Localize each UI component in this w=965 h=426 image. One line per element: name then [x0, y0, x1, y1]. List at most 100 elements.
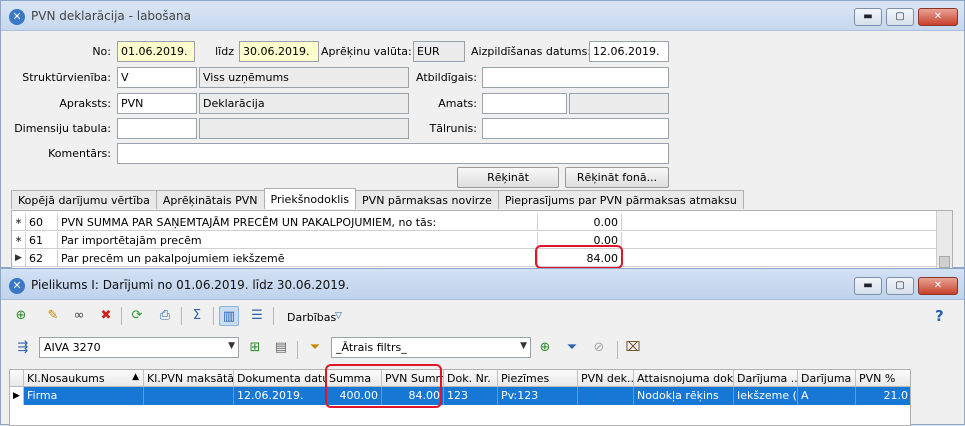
calculate-button[interactable]: Rēķināt: [457, 167, 559, 188]
delete-icon[interactable]: ✖: [96, 306, 116, 326]
row-code[interactable]: 62: [26, 250, 58, 267]
cell-notes[interactable]: Pv:123: [498, 387, 578, 405]
clear-filter-icon[interactable]: ⊘: [589, 338, 609, 358]
table-row[interactable]: ∗ 61 Par importētajām precēm 0.00: [12, 232, 937, 249]
company-select-value: AIVA 3270: [44, 341, 101, 354]
tab-calculated-vat[interactable]: Aprēķinātais PVN: [155, 190, 265, 209]
view-icon[interactable]: ∞: [69, 306, 89, 326]
vertical-scrollbar[interactable]: [936, 211, 952, 268]
column-header-justification[interactable]: Attaisnojuma dok...: [634, 370, 734, 387]
add-filter-rule-icon[interactable]: ⊕: [535, 338, 555, 358]
dim-label: Dimensiju tabula:: [14, 122, 111, 135]
maximize-button[interactable]: ▢: [886, 277, 914, 295]
title-bar[interactable]: ✕ PVN deklarācija - labošana ▬ ▢ ✕: [1, 1, 964, 31]
column-header-transaction-2[interactable]: Darījuma ...: [798, 370, 856, 387]
tree-view-icon[interactable]: ☰: [247, 306, 267, 326]
toolbar: ⊕ ✎ ∞ ✖ ⟳ ⎙ Σ ▥ ☰ Darbības ▽ ?: [1, 301, 964, 331]
row-code[interactable]: 60: [26, 214, 58, 231]
edit-icon[interactable]: ✎: [43, 306, 63, 326]
tab-overpayment-deviation[interactable]: PVN pārmaksas novirze: [355, 190, 499, 209]
phone-field[interactable]: [482, 118, 669, 139]
actions-menu[interactable]: Darbības: [287, 311, 336, 324]
minimize-button[interactable]: ▬: [854, 277, 882, 295]
highlight-annotation: [535, 245, 623, 269]
chevron-down-icon[interactable]: ▽: [335, 311, 342, 321]
column-header-vat-dec[interactable]: PVN dek...: [578, 370, 634, 387]
currency-field[interactable]: EUR: [413, 41, 465, 62]
close-button[interactable]: ✕: [918, 277, 958, 295]
quick-filter-select[interactable]: _Ātrais filtrs_ ▼: [331, 337, 531, 358]
tab-input-tax[interactable]: Priekšnodoklis: [263, 188, 357, 209]
cell-doc-no[interactable]: 123: [444, 387, 498, 405]
minimize-button[interactable]: ▬: [854, 8, 882, 26]
table-row[interactable]: ∗ 60 PVN SUMMA PAR SAŅEMTAJĀM PRECĒM UN …: [12, 214, 937, 231]
cell-vat-percent[interactable]: 21.0: [856, 387, 910, 405]
window-title: PVN deklarācija - labošana: [31, 9, 191, 23]
scrollbar-thumb[interactable]: [939, 256, 950, 268]
comment-field[interactable]: [117, 143, 669, 164]
tab-total-value[interactable]: Kopējā darījumu vērtība: [11, 190, 157, 209]
responsible-field[interactable]: [482, 67, 669, 88]
maximize-button[interactable]: ▢: [886, 8, 914, 26]
transactions-grid: Kl.Nosaukums▲ Kl.PVN maksātā... Dokument…: [9, 369, 911, 426]
tab-refund-request[interactable]: Pieprasījums par PVN pārmaksas atmaksu: [497, 190, 744, 209]
filled-date-field[interactable]: 12.06.2019.: [589, 41, 669, 62]
table-row[interactable]: ▶ 62 Par precēm un pakalpojumiem iekšzem…: [12, 250, 937, 267]
toolbar-separator: [297, 341, 298, 359]
column-header-vat-payer[interactable]: Kl.PVN maksātā...: [144, 370, 234, 387]
dim-name-field: [199, 118, 409, 139]
position-field-2: [569, 93, 669, 114]
refresh-icon[interactable]: ⟳: [127, 306, 147, 326]
cell-transaction-2[interactable]: A: [798, 387, 856, 405]
add-icon[interactable]: ⊕: [11, 306, 31, 326]
import-icon[interactable]: ⇶: [13, 338, 33, 358]
row-amount[interactable]: 0.00: [538, 214, 622, 231]
appendix-window: ✕ Pielikums I: Darījumi no 01.06.2019. l…: [0, 268, 965, 426]
column-header-vat-percent[interactable]: PVN %: [856, 370, 910, 387]
cell-vat-dec[interactable]: [578, 387, 634, 405]
sum-icon[interactable]: Σ: [187, 306, 207, 326]
desc-code-field[interactable]: PVN: [117, 93, 197, 114]
header-indicator: [10, 370, 24, 387]
cell-justification[interactable]: Nodokļa rēķins: [634, 387, 734, 405]
print-icon[interactable]: ⎙: [155, 306, 175, 326]
dim-code-field[interactable]: [117, 118, 197, 139]
date-from-field[interactable]: 01.06.2019.: [117, 41, 195, 62]
company-select[interactable]: AIVA 3270 ▼: [39, 337, 239, 358]
filter-bar: ⇶ AIVA 3270 ▼ ⊞ ▤ ⏷ _Ātrais filtrs_ ▼ ⊕ …: [1, 333, 964, 361]
struct-code-field[interactable]: V: [117, 67, 197, 88]
close-button[interactable]: ✕: [918, 8, 958, 26]
row-description[interactable]: Par precēm un pakalpojumiem iekšzemē: [58, 250, 538, 267]
export-icon[interactable]: ⌧: [623, 338, 643, 358]
cell-doc-date[interactable]: 12.06.2019.: [234, 387, 326, 405]
date-to-field[interactable]: 30.06.2019.: [239, 41, 319, 62]
position-field[interactable]: [482, 93, 567, 114]
row-description[interactable]: PVN SUMMA PAR SAŅEMTAJĀM PRECĒM UN PAKAL…: [58, 214, 538, 231]
table-row[interactable]: ▶ Firma 12.06.2019. 400.00 84.00 123 Pv:…: [10, 387, 910, 405]
help-icon[interactable]: ?: [935, 307, 944, 325]
list-icon[interactable]: ▤: [271, 338, 291, 358]
row-description[interactable]: Par importētajām precēm: [58, 232, 538, 249]
row-code[interactable]: 61: [26, 232, 58, 249]
column-header-transaction-1[interactable]: Darījuma ...: [734, 370, 798, 387]
cell-transaction-1[interactable]: Iekšzeme (I): [734, 387, 798, 405]
calculate-background-button[interactable]: Rēķināt fonā...: [565, 167, 669, 188]
cell-vat-payer[interactable]: [144, 387, 234, 405]
column-header-doc-no[interactable]: Dok. Nr.: [444, 370, 498, 387]
filled-date-label: Aizpildīšanas datums:: [471, 45, 592, 58]
column-header-name[interactable]: Kl.Nosaukums ▲: [24, 370, 144, 387]
funnel-icon[interactable]: ⏷: [562, 338, 582, 358]
column-header-doc-date[interactable]: Dokumenta datu...: [234, 370, 326, 387]
grid-view-icon[interactable]: ▥: [219, 306, 239, 326]
declaration-grid: ∗ 60 PVN SUMMA PAR SAŅEMTAJĀM PRECĒM UN …: [11, 210, 953, 269]
comment-label: Komentārs:: [48, 147, 111, 160]
chevron-down-icon: ▼: [228, 341, 235, 351]
grid-header: Kl.Nosaukums▲ Kl.PVN maksātā... Dokument…: [10, 370, 910, 387]
window-title: Pielikums I: Darījumi no 01.06.2019. līd…: [31, 278, 350, 292]
filter-icon[interactable]: ⏷: [305, 338, 325, 358]
position-label: Amats:: [438, 97, 477, 110]
add-filter-icon[interactable]: ⊞: [245, 338, 265, 358]
title-bar[interactable]: ✕ Pielikums I: Darījumi no 01.06.2019. l…: [1, 269, 964, 300]
column-header-notes[interactable]: Piezīmes: [498, 370, 578, 387]
cell-name[interactable]: Firma: [24, 387, 144, 405]
